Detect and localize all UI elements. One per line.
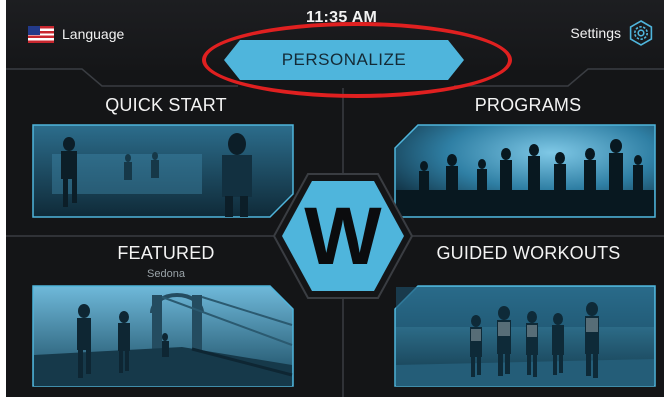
- logo-letter: W: [304, 191, 382, 282]
- personalize-button[interactable]: PERSONALIZE: [224, 40, 464, 80]
- featured-subtitle: Sedona: [147, 268, 185, 280]
- featured-tile[interactable]: [32, 285, 294, 387]
- guided-workouts-tile[interactable]: [394, 285, 656, 387]
- featured-title: FEATURED: [117, 243, 215, 263]
- guided-workouts-title: GUIDED WORKOUTS: [436, 243, 621, 263]
- programs-title: PROGRAMS: [474, 95, 582, 115]
- quick-start-tile[interactable]: [32, 124, 294, 218]
- personalize-label: PERSONALIZE: [281, 50, 407, 69]
- programs-tile[interactable]: [394, 124, 656, 218]
- home-screen: Language 11:35 AM Settings PERSONALIZE Q…: [6, 0, 664, 397]
- quick-start-title: QUICK START: [105, 95, 227, 115]
- w-logo: W: [272, 172, 414, 300]
